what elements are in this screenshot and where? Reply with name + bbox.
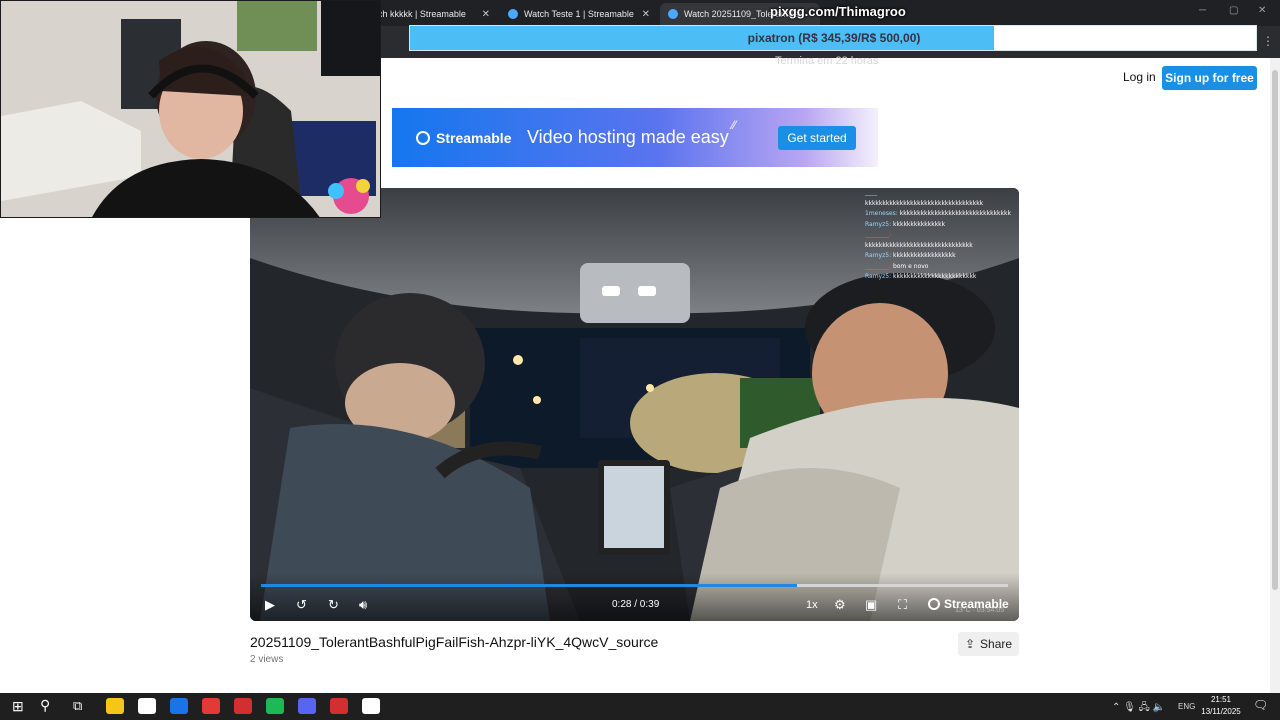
- language-indicator[interactable]: ENG: [1178, 702, 1195, 711]
- rewind-10-icon[interactable]: ↺: [296, 597, 307, 613]
- banner-tagline: Video hosting made easy: [527, 127, 729, 147]
- close-icon[interactable]: ✕: [482, 9, 490, 20]
- system-tray-icons[interactable]: ⌃ 🎙︎ 🖧 🔈: [1112, 700, 1165, 717]
- streamable-logo: Streamable: [416, 130, 511, 146]
- chat-message: kkkkkkkkkkkkkkkkkkkkkkkkkkkkkkk: [865, 241, 1019, 252]
- chat-username: ________:: [865, 262, 893, 270]
- task-view-icon[interactable]: ⧉: [73, 698, 82, 714]
- picture-in-picture-icon[interactable]: ▣: [865, 597, 877, 613]
- video-app-icon[interactable]: [330, 698, 348, 714]
- close-window-icon[interactable]: ✕: [1258, 5, 1266, 16]
- volume-icon[interactable]: 🔊︎: [359, 597, 367, 613]
- donation-subtitle: Termina em 22 horas: [775, 55, 879, 67]
- file-explorer-icon[interactable]: [106, 698, 124, 714]
- streamable-favicon-icon: [508, 9, 518, 19]
- promo-banner[interactable]: Streamable Video hosting made easy ⁄⁄ Ge…: [392, 108, 878, 167]
- video-title: 20251109_TolerantBashfulPigFailFish-Ahzp…: [250, 634, 659, 650]
- get-started-button[interactable]: Get started: [778, 126, 856, 150]
- tab-label: ch kkkkk | Streamable: [378, 9, 466, 19]
- chat-text: kkkkkkkkkkkkkkkkkkkkkkkk: [893, 273, 977, 280]
- restore-icon[interactable]: ▢: [1229, 5, 1238, 16]
- video-app-icon[interactable]: [234, 698, 252, 714]
- chat-text: kkkkkkkkkkkkkkkkkkkkkkkkkkkkkkk: [865, 241, 973, 249]
- chat-text: kkkkkkkkkkkkkkkkkkkkkkkkkkkkkkkk: [899, 210, 1011, 217]
- video-player[interactable]: ____ kkkkkkkkkkkkkkkkkkkkkkkkkkkkkkkkkk 1…: [250, 188, 1019, 621]
- sparkle-icon: ⁄⁄: [732, 118, 737, 132]
- share-label: Share: [980, 637, 1013, 651]
- outlook-icon[interactable]: [170, 698, 188, 714]
- clock-time[interactable]: 21:51: [1208, 695, 1234, 704]
- stream-chat-overlay: ____ kkkkkkkkkkkkkkkkkkkkkkkkkkkkkkkkkk 1…: [865, 188, 1019, 283]
- chat-message: Ramyz5: kkkkkkkkkkkkkkk: [865, 220, 1019, 231]
- playback-speed-button[interactable]: 1x: [806, 599, 818, 611]
- browser-tab[interactable]: Watch Teste 1 | Streamable ✕: [500, 3, 658, 25]
- chat-username: Ramyz5:: [865, 273, 894, 280]
- search-icon[interactable]: ⚲: [40, 697, 50, 714]
- chat-username: Ramyz5:: [865, 220, 894, 228]
- browser-tab[interactable]: ch kkkkk | Streamable ✕: [370, 3, 498, 25]
- discord-icon[interactable]: [298, 698, 316, 714]
- view-count: 2 views: [250, 654, 284, 665]
- streamable-logo-icon: [416, 131, 430, 145]
- play-icon[interactable]: ▶: [265, 597, 275, 613]
- time-display: 0:28 / 0:39: [612, 599, 660, 610]
- chat-username: 1meneses:: [865, 210, 900, 217]
- login-link[interactable]: Log in: [1123, 70, 1156, 84]
- player-logo-text: Streamable: [944, 597, 1009, 611]
- more-menu-icon[interactable]: ⋮: [1262, 34, 1274, 48]
- obs-icon[interactable]: [362, 698, 380, 714]
- forward-10-icon[interactable]: ↻: [328, 597, 339, 613]
- chat-message: ________: bom e novo: [865, 262, 1019, 273]
- share-icon: ⇪: [964, 637, 976, 651]
- webcam-overlay: [0, 0, 381, 218]
- minimize-icon[interactable]: ─: [1199, 5, 1206, 16]
- clock-date[interactable]: 13/11/2025: [1198, 707, 1244, 716]
- progress-played: [261, 584, 798, 587]
- chat-message: ________:: [865, 230, 1019, 241]
- scrollbar-thumb[interactable]: [1272, 70, 1278, 590]
- chat-message: ____: [865, 188, 1019, 199]
- streamable-player-logo[interactable]: Streamable: [928, 597, 1009, 611]
- chat-username: ________:: [865, 231, 892, 238]
- share-button[interactable]: ⇪ Share: [958, 632, 1019, 656]
- webcam-feed: [1, 1, 380, 217]
- donation-goal-bar: pixatron (R$ 345,39/R$ 500,00): [409, 25, 1257, 51]
- donation-goal-text: pixatron (R$ 345,39/R$ 500,00): [747, 31, 921, 45]
- store-icon[interactable]: [138, 698, 156, 714]
- chat-text: bom e novo: [892, 262, 929, 270]
- windows-start-icon[interactable]: ⊞: [12, 698, 24, 715]
- chat-message: 1meneses: kkkkkkkkkkkkkkkkkkkkkkkkkkkkkk…: [865, 209, 1019, 220]
- chat-message: kkkkkkkkkkkkkkkkkkkkkkkkkkkkkkkkkk: [865, 199, 1019, 210]
- streamable-favicon-icon: [668, 9, 678, 19]
- progress-bar[interactable]: [261, 584, 1008, 587]
- spotify-icon[interactable]: [266, 698, 284, 714]
- chat-text: kkkkkkkkkkkkkkkkkk: [893, 252, 956, 259]
- chat-text: kkkkkkkkkkkkkkkkkkkkkkkkkkkkkkkkkk: [865, 199, 984, 207]
- chat-text: kkkkkkkkkkkkkkk: [893, 220, 946, 228]
- streamable-logo-icon: [928, 598, 940, 610]
- signup-button[interactable]: Sign up for free: [1162, 66, 1257, 90]
- donation-url: pixgg.com/Thimagroo: [770, 4, 906, 19]
- windows-taskbar: [0, 693, 1280, 720]
- chrome-icon[interactable]: [202, 698, 220, 714]
- chat-message: Ramyz5: kkkkkkkkkkkkkkkkkkkkkkkk: [865, 272, 1019, 283]
- chat-message: Ramyz5: kkkkkkkkkkkkkkkkkk: [865, 251, 1019, 262]
- notifications-icon[interactable]: 🗨︎: [1253, 698, 1268, 712]
- fullscreen-icon[interactable]: ⛶: [898, 597, 907, 613]
- settings-gear-icon[interactable]: ⚙: [834, 597, 846, 613]
- banner-logo-text: Streamable: [436, 130, 512, 146]
- close-icon[interactable]: ✕: [642, 9, 650, 20]
- chat-username: ____: [865, 189, 877, 196]
- chat-username: Ramyz5:: [865, 252, 894, 259]
- tab-label: Watch Teste 1 | Streamable: [524, 9, 634, 19]
